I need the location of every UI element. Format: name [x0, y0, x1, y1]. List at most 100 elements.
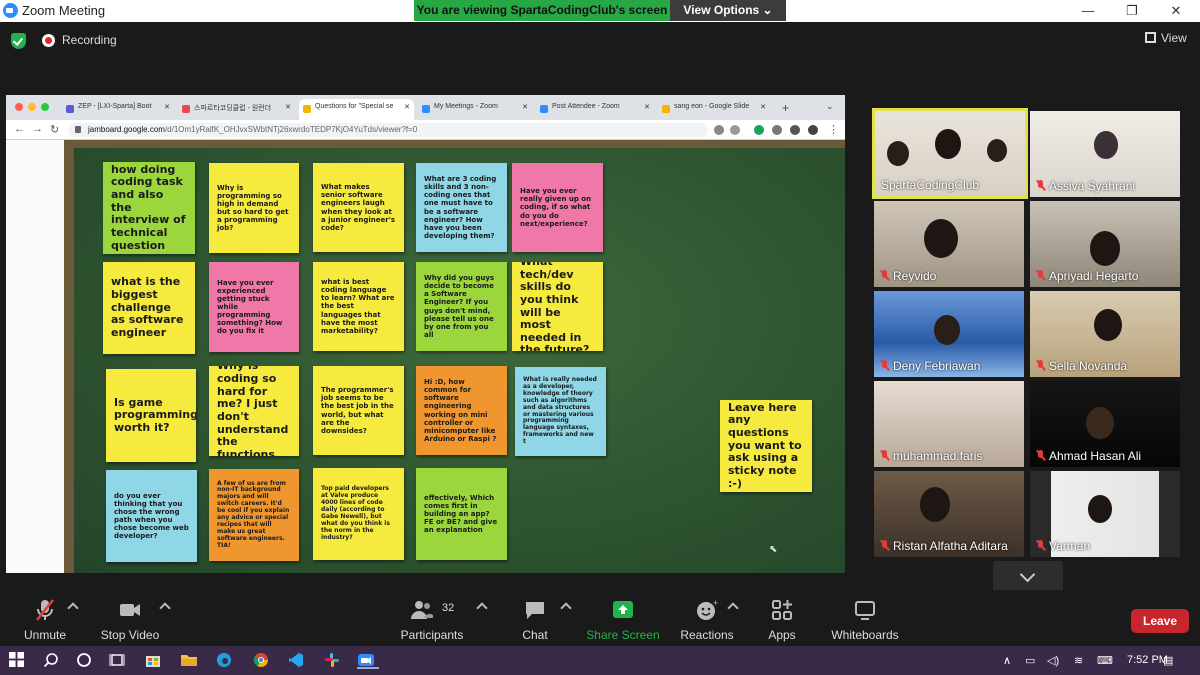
sticky-note[interactable]: Why did you guys decide to become a Soft… [416, 262, 507, 351]
share-icon[interactable] [714, 125, 724, 135]
reload-icon[interactable]: ↻ [50, 123, 59, 136]
browser-tab[interactable]: Post Attendee - Zoom ✕ [536, 99, 654, 120]
participant-video-tile[interactable]: Sella Novanda [1030, 291, 1180, 377]
extension-icon[interactable] [754, 125, 764, 135]
view-options-button[interactable]: View Options ⌄ [670, 0, 786, 21]
tab-close-icon[interactable]: ✕ [760, 103, 766, 111]
forward-icon[interactable]: → [32, 123, 43, 135]
zoom-traffic-light-icon[interactable] [41, 103, 49, 111]
recording-icon[interactable] [42, 34, 55, 47]
participant-name-label: Apriyadi Hegarto [1036, 269, 1138, 283]
notification-icon[interactable]: ▤ [1163, 654, 1173, 667]
sticky-note[interactable]: What is really needed as a developer, kn… [515, 367, 606, 456]
sticky-note[interactable]: Why is coding so hard for me? I just don… [209, 366, 299, 456]
sticky-note[interactable]: The programmer's job seems to be the bes… [313, 366, 404, 455]
next-page-chevron-icon[interactable] [993, 561, 1063, 593]
share-screen-icon [578, 598, 668, 622]
participant-name-label: Sella Novanda [1036, 359, 1127, 373]
slack-icon[interactable] [324, 652, 341, 669]
participant-video-tile[interactable]: SpartaCodingClub [872, 108, 1028, 199]
vscode-icon[interactable] [288, 652, 305, 669]
tab-close-icon[interactable]: ✕ [404, 103, 410, 111]
browser-tab[interactable]: ZEP - [LXI-Sparta] Boot ✕ [62, 99, 174, 120]
participant-video-tile[interactable]: Reyvido [874, 201, 1024, 287]
participant-video-tile[interactable]: Varman [1030, 471, 1180, 557]
tab-close-icon[interactable]: ✕ [644, 103, 650, 111]
close-traffic-light-icon[interactable] [15, 103, 23, 111]
participant-video-tile[interactable]: Deny Febriawan [874, 291, 1024, 377]
whiteboards-button[interactable]: Whiteboards [820, 598, 910, 642]
close-window-button[interactable]: ✕ [1154, 0, 1198, 22]
cortana-icon[interactable] [76, 652, 93, 669]
windows-taskbar: ∧ ▭ ◁) ≋ ⌨ 7:52 PM ▤ [0, 646, 1200, 675]
sticky-note[interactable]: what is the biggest challenge as softwar… [103, 262, 195, 354]
sticky-note-text: Have you ever experienced getting stuck … [217, 278, 283, 336]
view-layout-button[interactable]: View [1145, 31, 1187, 45]
sticky-note[interactable]: what is best coding language to learn? W… [313, 262, 404, 351]
zoom-taskbar-icon[interactable] [357, 652, 379, 669]
participants-caret-icon[interactable] [476, 602, 488, 614]
search-icon[interactable] [43, 652, 60, 669]
maximize-button[interactable]: ❐ [1110, 0, 1154, 22]
browser-tab[interactable]: 스파르타코딩클럽 - 원런더 ✕ [178, 99, 295, 120]
store-icon[interactable] [145, 652, 162, 669]
sticky-note[interactable]: effectively, Which comes first in buildi… [416, 468, 507, 560]
minimize-traffic-light-icon[interactable] [28, 103, 36, 111]
sticky-note[interactable]: Have you ever really given up on coding,… [512, 163, 603, 252]
address-bar[interactable]: jamboard.google.com/d/1Om1yRalfK_OHJvxSW… [68, 123, 708, 137]
sticky-note[interactable]: What are 3 coding skills and 3 non-codin… [416, 163, 507, 252]
tab-close-icon[interactable]: ✕ [285, 103, 291, 111]
sticky-note[interactable]: Have you ever experienced getting stuck … [209, 262, 299, 352]
volume-icon[interactable]: ◁) [1047, 654, 1059, 667]
unmute-button[interactable]: Unmute [0, 598, 90, 642]
wifi-icon[interactable]: ≋ [1074, 654, 1083, 667]
bookmark-star-icon[interactable] [730, 125, 740, 135]
security-shield-icon[interactable] [11, 33, 26, 49]
browser-menu-icon[interactable]: ⋮ [828, 123, 839, 136]
browser-tab[interactable]: sang eon - Google Slide ✕ [658, 99, 770, 120]
sidepanel-icon[interactable] [790, 125, 800, 135]
sticky-note[interactable]: Leave here any questions you want to ask… [720, 400, 812, 492]
sticky-note[interactable]: do you ever thinking that you chose the … [106, 470, 197, 562]
new-tab-icon[interactable]: + [782, 101, 789, 115]
participant-video-tile[interactable]: Apriyadi Hegarto [1030, 201, 1180, 287]
leave-button[interactable]: Leave [1131, 609, 1189, 633]
edge-icon[interactable] [216, 652, 233, 669]
participant-video-tile[interactable]: Ahmad Hasan Ali [1030, 381, 1180, 467]
minimize-button[interactable]: — [1066, 0, 1110, 22]
apps-button[interactable]: Apps [737, 598, 827, 642]
back-icon[interactable]: ← [14, 123, 25, 135]
sticky-note[interactable]: Top paid developers at Valve produce 400… [313, 468, 404, 560]
share-screen-button[interactable]: Share Screen [578, 598, 668, 642]
participants-button[interactable]: 32 Participants [387, 598, 477, 642]
browser-tab[interactable]: Questions for "Special se ✕ [299, 99, 414, 120]
participant-name: Reyvido [893, 269, 937, 283]
windows-start-icon[interactable] [9, 652, 26, 669]
language-icon[interactable]: ⌨ [1097, 654, 1113, 667]
tab-close-icon[interactable]: ✕ [164, 103, 170, 111]
puzzle-icon[interactable] [772, 125, 782, 135]
sticky-note[interactable]: how doing coding task and also the inter… [103, 162, 195, 254]
sticky-note[interactable]: A few of us are from non-IT background m… [209, 469, 299, 561]
jamboard-canvas: how doing coding task and also the inter… [6, 140, 845, 573]
participant-video-tile[interactable]: Assiva Syahrani [1030, 111, 1180, 197]
clock[interactable]: 7:52 PM [1127, 654, 1168, 666]
sticky-note[interactable]: What tech/dev skills do you think will b… [512, 262, 603, 351]
participant-video-tile[interactable]: muhammad.faris [874, 381, 1024, 467]
tab-close-icon[interactable]: ✕ [522, 103, 528, 111]
task-view-icon[interactable] [109, 652, 126, 669]
battery-icon[interactable]: ▭ [1025, 654, 1035, 667]
browser-tab[interactable]: My Meetings - Zoom ✕ [418, 99, 532, 120]
file-explorer-icon[interactable] [180, 652, 197, 669]
sticky-note[interactable]: What makes senior software engineers lau… [313, 163, 404, 252]
participant-name: SpartaCodingClub [881, 178, 980, 192]
profile-avatar-icon[interactable] [808, 125, 818, 135]
participant-video-tile[interactable]: Ristan Alfatha Aditara [874, 471, 1024, 557]
whiteboard-icon [820, 598, 910, 622]
sticky-note[interactable]: Why is programming so high in demand but… [209, 163, 299, 253]
tray-chevron-icon[interactable]: ∧ [1003, 654, 1011, 667]
sticky-note[interactable]: Is game programming worth it? [106, 369, 196, 462]
tab-search-icon[interactable]: ⌄ [826, 101, 834, 112]
chrome-icon[interactable] [253, 652, 270, 669]
sticky-note[interactable]: Hi :D, how common for software engineeri… [416, 366, 507, 455]
